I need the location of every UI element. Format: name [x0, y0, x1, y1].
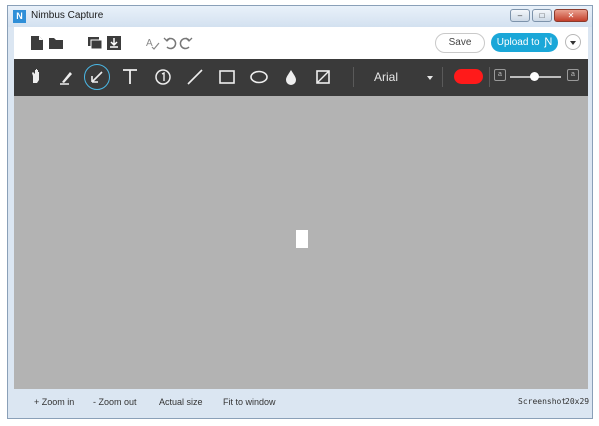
redo-icon[interactable]: [179, 35, 197, 51]
upload-label: Upload to: [496, 37, 540, 48]
zoom-in-button[interactable]: + Zoom in: [34, 397, 74, 407]
app-client: A Save Upload to Ɲ Arial a a + Zoom in -…: [14, 27, 590, 414]
window-title: Nimbus Capture: [31, 10, 104, 21]
nimbus-n-icon: Ɲ: [544, 36, 553, 48]
image-info-label: Screenshot: [518, 397, 567, 406]
maximize-button[interactable]: □: [532, 9, 552, 22]
save-button[interactable]: Save: [435, 33, 485, 53]
toolbar-divider: [489, 67, 490, 87]
size-large-icon: a: [567, 69, 579, 81]
marker-tool-icon[interactable]: [54, 64, 80, 90]
chevron-down-icon: [427, 76, 433, 80]
upload-button[interactable]: Upload to Ɲ: [491, 33, 558, 52]
app-window: N Nimbus Capture – □ ✕ A Save Upload to …: [7, 5, 593, 419]
title-bar[interactable]: N Nimbus Capture – □ ✕: [8, 6, 592, 27]
number-tool-icon[interactable]: [150, 64, 176, 90]
more-options-button[interactable]: [565, 34, 581, 50]
drawing-toolbar: Arial a a: [14, 59, 588, 96]
line-tool-icon[interactable]: [182, 64, 208, 90]
app-logo-icon: N: [13, 10, 26, 23]
close-button[interactable]: ✕: [554, 9, 588, 22]
hand-tool-icon[interactable]: [24, 64, 50, 90]
status-bar: + Zoom in - Zoom out Actual size Fit to …: [14, 389, 590, 414]
top-bar: A Save Upload to Ɲ: [14, 27, 588, 59]
ellipse-tool-icon[interactable]: [246, 64, 272, 90]
download-icon[interactable]: [106, 35, 124, 51]
image-dimensions: 20x29: [565, 397, 590, 406]
screenshot-image[interactable]: [296, 230, 308, 248]
text-tool-icon[interactable]: [117, 64, 143, 90]
minimize-button[interactable]: –: [510, 9, 530, 22]
open-folder-icon[interactable]: [48, 35, 66, 51]
arrow-tool-icon[interactable]: [84, 64, 110, 90]
size-small-icon: a: [494, 69, 506, 81]
fit-to-window-button[interactable]: Fit to window: [223, 397, 276, 407]
new-file-icon[interactable]: [30, 35, 48, 51]
toolbar-divider: [442, 67, 443, 87]
copy-icon[interactable]: [87, 35, 105, 51]
actual-size-button[interactable]: Actual size: [159, 397, 203, 407]
size-slider-thumb[interactable]: [530, 72, 539, 81]
window-controls: – □ ✕: [510, 9, 588, 22]
dropdown-arrow-icon: [570, 41, 576, 45]
spellcheck-icon[interactable]: A: [145, 35, 163, 51]
font-select-value: Arial: [374, 70, 399, 84]
editor-canvas[interactable]: [14, 96, 588, 389]
zoom-out-button[interactable]: - Zoom out: [93, 397, 137, 407]
crop-tool-icon[interactable]: [310, 64, 336, 90]
font-select[interactable]: Arial: [374, 70, 434, 86]
color-picker-swatch[interactable]: [454, 69, 483, 84]
toolbar-divider: [353, 67, 354, 87]
rectangle-tool-icon[interactable]: [214, 64, 240, 90]
blur-tool-icon[interactable]: [278, 64, 304, 90]
